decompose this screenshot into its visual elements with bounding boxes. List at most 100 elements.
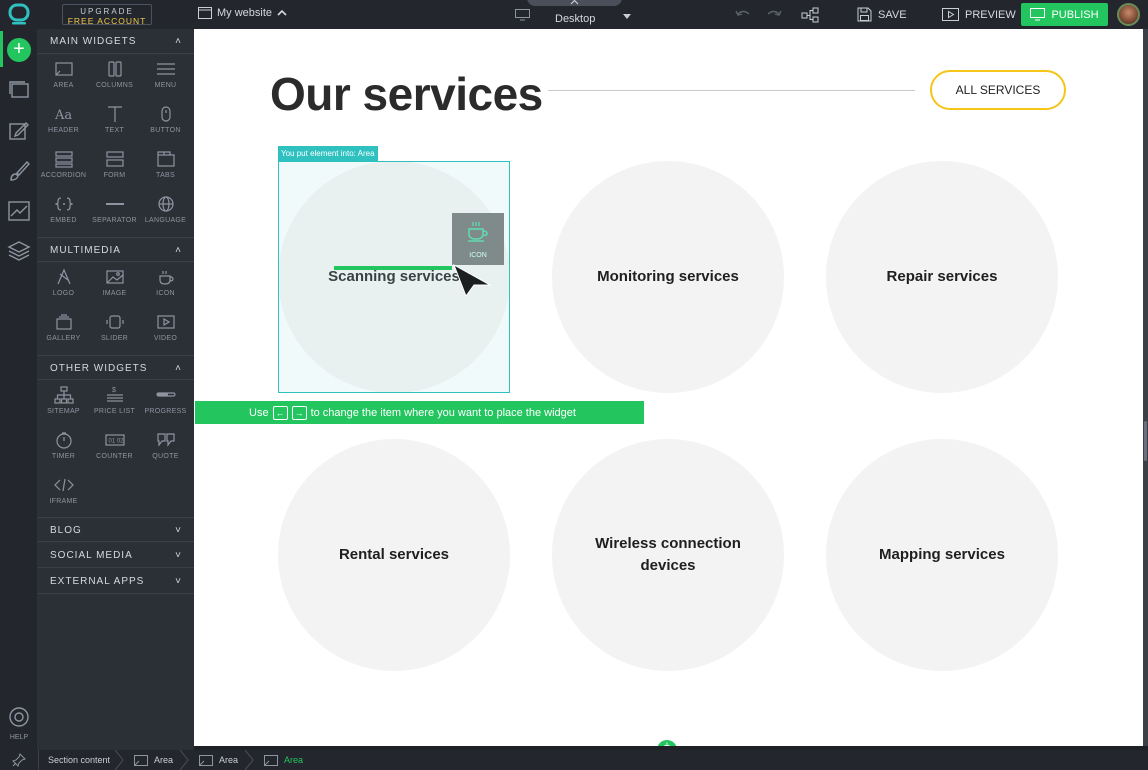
button-icon: [160, 106, 171, 122]
service-label: Repair services: [886, 268, 998, 285]
breadcrumb-area-2[interactable]: Area: [199, 750, 238, 770]
chevron-up-icon: [277, 9, 287, 16]
redo-icon[interactable]: [765, 8, 783, 22]
widget-area[interactable]: AREA: [38, 60, 89, 104]
widget-slider[interactable]: SLIDER: [89, 313, 140, 357]
widget-tabs[interactable]: TABS: [140, 150, 191, 194]
form-icon: [105, 151, 124, 167]
widget-menu[interactable]: MENU: [140, 60, 191, 104]
widget-video[interactable]: VIDEO: [140, 313, 191, 357]
image-icon: [105, 270, 124, 284]
columns-icon: [107, 61, 122, 77]
breadcrumb-label: Area: [154, 755, 174, 765]
preview-button[interactable]: PREVIEW: [942, 0, 1016, 29]
social-media-header[interactable]: SOCIAL MEDIA ˅: [38, 543, 194, 568]
add-widget-icon[interactable]: +: [7, 38, 31, 62]
preview-play-icon: [942, 8, 959, 21]
undo-icon[interactable]: [734, 8, 752, 22]
widget-gallery[interactable]: GALLERY: [38, 313, 89, 357]
section-title[interactable]: Our services: [270, 67, 543, 121]
external-apps-header[interactable]: EXTERNAL APPS ˅: [38, 569, 194, 594]
preview-label: PREVIEW: [965, 8, 1016, 21]
add-section-icon[interactable]: +: [657, 740, 677, 746]
widget-quote[interactable]: QUOTE: [140, 431, 191, 475]
service-circle-rental[interactable]: Rental services: [278, 439, 510, 671]
breadcrumb-area-current[interactable]: Area: [264, 750, 303, 770]
widget-label: BUTTON: [150, 127, 181, 134]
user-avatar[interactable]: [1117, 3, 1140, 26]
help-lifebuoy-icon[interactable]: [7, 706, 31, 728]
widget-embed[interactable]: EMBED: [38, 195, 89, 239]
other-widgets-header[interactable]: OTHER WIDGETS ˄: [38, 355, 194, 380]
save-label: SAVE: [878, 8, 907, 21]
widget-iframe[interactable]: IFRAME: [38, 476, 89, 520]
widget-logo[interactable]: LOGO: [38, 268, 89, 312]
breadcrumb-separator-icon: [179, 750, 189, 770]
widget-header[interactable]: Aa HEADER: [38, 105, 89, 149]
service-circle-wireless[interactable]: Wireless connection devices: [552, 439, 784, 671]
dragged-icon-label: ICON: [469, 252, 487, 259]
sitemap-icon[interactable]: [801, 7, 820, 23]
widget-label: PROGRESS: [144, 408, 187, 415]
tabs-icon: [156, 151, 175, 167]
external-apps-title: EXTERNAL APPS: [50, 576, 145, 587]
slider-icon: [105, 315, 124, 329]
pages-icon[interactable]: [7, 79, 31, 101]
progress-icon: [155, 392, 176, 397]
widget-label: SITEMAP: [47, 408, 80, 415]
widget-label: IFRAME: [49, 498, 78, 505]
widget-text[interactable]: TEXT: [89, 105, 140, 149]
help-label: HELP: [9, 734, 29, 741]
canvas-scrollbar[interactable]: [1143, 29, 1148, 746]
svg-text:01 02: 01 02: [108, 439, 124, 445]
app-logo-icon[interactable]: [8, 3, 30, 25]
device-selector[interactable]: Desktop: [515, 0, 635, 29]
breadcrumb-separator-icon: [114, 750, 124, 770]
upgrade-button[interactable]: UPGRADE FREE ACCOUNT: [62, 4, 152, 26]
counter-icon: 01 02: [104, 434, 125, 446]
pin-icon[interactable]: [12, 753, 26, 767]
embed-icon: [54, 197, 73, 211]
layers-icon[interactable]: [7, 240, 31, 262]
edit-icon[interactable]: [7, 120, 31, 142]
all-services-button[interactable]: ALL SERVICES: [930, 70, 1066, 110]
page-canvas[interactable]: Our services ALL SERVICES Scanning servi…: [194, 29, 1143, 746]
widget-counter[interactable]: 01 02 COUNTER: [89, 431, 140, 475]
widget-columns[interactable]: COLUMNS: [89, 60, 140, 104]
breadcrumb-separator-icon: [244, 750, 254, 770]
widget-icon[interactable]: ICON: [140, 268, 191, 312]
service-circle-mapping[interactable]: Mapping services: [826, 439, 1058, 671]
main-widgets-header[interactable]: MAIN WIDGETS ˄: [38, 29, 194, 54]
widget-sitemap[interactable]: SITEMAP: [38, 386, 89, 430]
service-circle-repair[interactable]: Repair services: [826, 161, 1058, 393]
widget-image[interactable]: IMAGE: [89, 268, 140, 312]
widget-progress[interactable]: PROGRESS: [140, 386, 191, 430]
scrollbar-thumb[interactable]: [1144, 421, 1147, 461]
chevron-down-icon: ˅: [175, 576, 182, 587]
widget-timer[interactable]: TIMER: [38, 431, 89, 475]
dragged-icon-widget[interactable]: ICON: [452, 213, 504, 265]
widget-separator[interactable]: SEPARATOR: [89, 195, 140, 239]
brush-icon[interactable]: [7, 160, 31, 182]
blog-header[interactable]: BLOG ˅: [38, 517, 194, 542]
widget-language[interactable]: LANGUAGE: [140, 195, 191, 239]
publish-button[interactable]: PUBLISH: [1021, 3, 1108, 26]
multimedia-header[interactable]: MULTIMEDIA ˄: [38, 237, 194, 262]
drop-position-indicator: [334, 266, 452, 270]
other-widgets-title: OTHER WIDGETS: [50, 363, 148, 374]
breadcrumb-area-1[interactable]: Area: [134, 750, 173, 770]
statistics-icon[interactable]: [7, 200, 31, 222]
widget-label: SLIDER: [100, 335, 129, 342]
collapse-tab[interactable]: [527, 0, 622, 6]
site-selector[interactable]: My website: [198, 7, 287, 19]
breadcrumb-label: Section content: [48, 755, 111, 765]
widget-form[interactable]: FORM: [89, 150, 140, 194]
widget-price-list[interactable]: $ PRICE LIST: [89, 386, 140, 430]
area-icon: [199, 754, 213, 766]
service-circle-monitoring[interactable]: Monitoring services: [552, 161, 784, 393]
save-button[interactable]: SAVE: [857, 0, 907, 29]
chevron-up-icon: ˄: [175, 363, 182, 374]
widget-button[interactable]: BUTTON: [140, 105, 191, 149]
breadcrumb-section-content[interactable]: Section content: [48, 750, 110, 770]
widget-accordion[interactable]: ACCORDION: [38, 150, 89, 194]
